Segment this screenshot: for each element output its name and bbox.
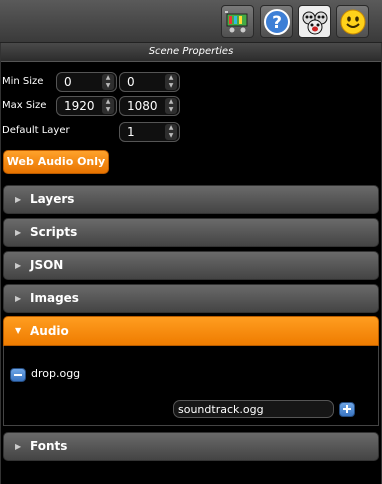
max-height-stepper[interactable]: 1080 ▲ ▼ <box>119 96 180 116</box>
section-label: Fonts <box>30 439 68 453</box>
section-label: Scripts <box>30 225 78 239</box>
chevron-right-icon: ▶ <box>15 261 22 270</box>
panel-title: Scene Properties <box>1 43 381 62</box>
chevron-right-icon: ▶ <box>15 442 22 451</box>
chevron-right-icon: ▶ <box>15 294 22 303</box>
svg-text:?: ? <box>272 13 282 33</box>
remove-audio-button[interactable] <box>10 368 26 382</box>
stepper-arrows[interactable]: ▲ ▼ <box>102 98 114 114</box>
min-size-label: Min Size <box>2 76 44 87</box>
max-height-value: 1080 <box>127 99 158 113</box>
stepper-arrows[interactable]: ▲ ▼ <box>102 74 114 90</box>
up-arrow-icon[interactable]: ▲ <box>169 98 174 106</box>
max-width-value: 1920 <box>64 99 95 113</box>
default-layer-value: 1 <box>127 125 135 139</box>
monsters-icon[interactable] <box>298 5 331 38</box>
chevron-down-icon: ▼ <box>15 326 22 335</box>
down-arrow-icon[interactable]: ▼ <box>106 82 111 90</box>
chevron-right-icon: ▶ <box>15 195 22 204</box>
section-label: JSON <box>30 258 64 272</box>
up-arrow-icon[interactable]: ▲ <box>106 98 111 106</box>
section-scripts[interactable]: ▶ Scripts <box>3 218 379 247</box>
default-layer-stepper[interactable]: 1 ▲ ▼ <box>119 122 180 142</box>
up-arrow-icon[interactable]: ▲ <box>169 124 174 132</box>
section-label: Audio <box>30 324 69 338</box>
web-audio-only-button[interactable]: Web Audio Only <box>3 150 109 174</box>
section-layers[interactable]: ▶ Layers <box>3 185 379 214</box>
chevron-right-icon: ▶ <box>15 228 22 237</box>
stepper-arrows[interactable]: ▲ ▼ <box>165 98 177 114</box>
min-height-stepper[interactable]: 0 ▲ ▼ <box>119 72 180 92</box>
min-width-stepper[interactable]: 0 ▲ ▼ <box>56 72 117 92</box>
audio-file-name: drop.ogg <box>31 367 81 380</box>
section-fonts[interactable]: ▶ Fonts <box>3 432 379 461</box>
help-icon[interactable]: ? <box>260 5 293 38</box>
section-images[interactable]: ▶ Images <box>3 284 379 313</box>
stepper-arrows[interactable]: ▲ ▼ <box>165 74 177 90</box>
down-arrow-icon[interactable]: ▼ <box>106 106 111 114</box>
default-layer-label: Default Layer <box>2 125 70 136</box>
cart-icon[interactable] <box>221 5 254 38</box>
up-arrow-icon[interactable]: ▲ <box>106 74 111 82</box>
stepper-arrows[interactable]: ▲ ▼ <box>165 124 177 140</box>
add-audio-button[interactable] <box>339 402 355 417</box>
down-arrow-icon[interactable]: ▼ <box>169 82 174 90</box>
section-json[interactable]: ▶ JSON <box>3 251 379 280</box>
down-arrow-icon[interactable]: ▼ <box>169 132 174 140</box>
up-arrow-icon[interactable]: ▲ <box>169 74 174 82</box>
audio-file-input[interactable] <box>173 400 334 418</box>
section-label: Layers <box>30 192 75 206</box>
min-width-value: 0 <box>64 75 72 89</box>
top-toolbar: ? <box>0 0 382 43</box>
smiley-icon[interactable] <box>336 5 369 38</box>
max-width-stepper[interactable]: 1920 ▲ ▼ <box>56 96 117 116</box>
section-audio[interactable]: ▼ Audio <box>3 316 379 346</box>
section-label: Images <box>30 291 79 305</box>
down-arrow-icon[interactable]: ▼ <box>169 106 174 114</box>
min-height-value: 0 <box>127 75 135 89</box>
max-size-label: Max Size <box>2 100 47 111</box>
